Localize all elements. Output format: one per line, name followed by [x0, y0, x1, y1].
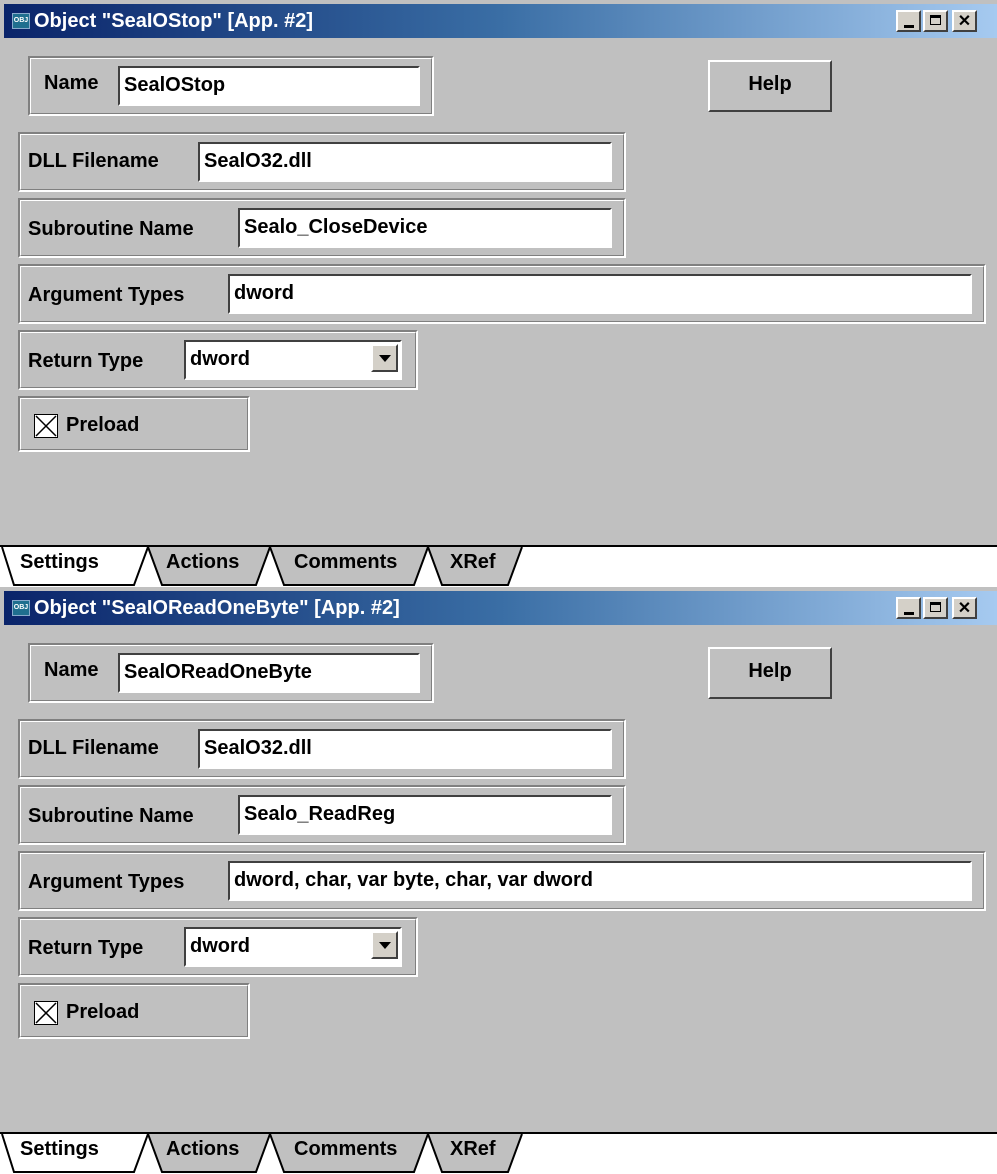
- maximize-button[interactable]: [923, 10, 948, 32]
- return-type-dropdown-button[interactable]: [371, 344, 398, 372]
- window-title: Object "SeaIOReadOneByte" [App. #2]: [34, 597, 400, 619]
- argument-types-label: Argument Types: [28, 284, 185, 306]
- dll-filename-label: DLL Filename: [28, 737, 159, 759]
- dll-group: DLL Filename SealO32.dll: [18, 132, 626, 192]
- return-type-value: dword: [190, 348, 250, 370]
- preload-group: Preload: [18, 983, 250, 1039]
- return-type-group: Return Type dword: [18, 917, 418, 977]
- checkbox-x-icon: [35, 1002, 57, 1024]
- preload-label: Preload: [66, 1001, 140, 1023]
- close-icon: ✕: [957, 600, 972, 617]
- settings-panel: Name SealOStop Help DLL Filename SealO32…: [4, 40, 997, 587]
- close-icon: ✕: [957, 13, 972, 30]
- return-type-group: Return Type dword: [18, 330, 418, 390]
- subroutine-name-input[interactable]: Sealo_ReadReg: [238, 795, 612, 835]
- close-button[interactable]: ✕: [952, 10, 977, 32]
- maximize-button[interactable]: [923, 597, 948, 619]
- return-type-value: dword: [190, 935, 250, 957]
- tab-xref[interactable]: XRef: [450, 551, 496, 574]
- subroutine-name-label: Subroutine Name: [28, 805, 194, 827]
- dll-filename-label: DLL Filename: [28, 150, 159, 172]
- dll-filename-input[interactable]: SealO32.dll: [198, 729, 612, 769]
- minimize-button[interactable]: [896, 597, 921, 619]
- return-type-select[interactable]: dword: [184, 927, 402, 967]
- dll-filename-input[interactable]: SealO32.dll: [198, 142, 612, 182]
- preload-checkbox[interactable]: [34, 1001, 58, 1025]
- tab-comments[interactable]: Comments: [294, 1138, 397, 1161]
- help-button[interactable]: Help: [708, 60, 832, 112]
- return-type-label: Return Type: [28, 937, 144, 959]
- minimize-icon: [904, 25, 914, 28]
- app-icon: OBJ: [12, 13, 30, 29]
- name-group: Name SealOStop: [28, 56, 434, 116]
- tab-settings[interactable]: Settings: [20, 551, 99, 574]
- object-window-sealoreadonebyte: OBJ Object "SeaIOReadOneByte" [App. #2] …: [0, 587, 997, 1174]
- name-label: Name: [44, 72, 99, 94]
- return-type-dropdown-button[interactable]: [371, 931, 398, 959]
- tab-comments[interactable]: Comments: [294, 551, 397, 574]
- chevron-down-icon: [379, 355, 391, 362]
- return-type-select[interactable]: dword: [184, 340, 402, 380]
- subroutine-group: Subroutine Name Sealo_ReadReg: [18, 785, 626, 845]
- checkbox-x-icon: [35, 415, 57, 437]
- maximize-icon: [930, 15, 941, 25]
- subroutine-name-input[interactable]: Sealo_CloseDevice: [238, 208, 612, 248]
- settings-panel: Name SealOReadOneByte Help DLL Filename …: [4, 627, 997, 1174]
- minimize-icon: [904, 612, 914, 615]
- preload-label: Preload: [66, 414, 140, 436]
- tab-actions[interactable]: Actions: [166, 551, 239, 574]
- maximize-icon: [930, 602, 941, 612]
- title-bar[interactable]: OBJ Object "SeaIOReadOneByte" [App. #2] …: [4, 591, 997, 625]
- chevron-down-icon: [379, 942, 391, 949]
- name-input[interactable]: SealOStop: [118, 66, 420, 106]
- name-group: Name SealOReadOneByte: [28, 643, 434, 703]
- dll-group: DLL Filename SealO32.dll: [18, 719, 626, 779]
- tab-strip: Settings Actions Comments XRef: [0, 545, 997, 587]
- subroutine-group: Subroutine Name Sealo_CloseDevice: [18, 198, 626, 258]
- return-type-label: Return Type: [28, 350, 144, 372]
- tab-xref[interactable]: XRef: [450, 1138, 496, 1161]
- tab-settings[interactable]: Settings: [20, 1138, 99, 1161]
- subroutine-name-label: Subroutine Name: [28, 218, 194, 240]
- help-button[interactable]: Help: [708, 647, 832, 699]
- preload-group: Preload: [18, 396, 250, 452]
- close-button[interactable]: ✕: [952, 597, 977, 619]
- argument-types-input[interactable]: dword, char, var byte, char, var dword: [228, 861, 972, 901]
- preload-checkbox[interactable]: [34, 414, 58, 438]
- window-title: Object "SeaIOStop" [App. #2]: [34, 10, 314, 32]
- name-label: Name: [44, 659, 99, 681]
- argument-types-group: Argument Types dword: [18, 264, 986, 324]
- argument-types-group: Argument Types dword, char, var byte, ch…: [18, 851, 986, 911]
- object-window-sealostop: OBJ Object "SeaIOStop" [App. #2] ✕ Name …: [0, 0, 997, 587]
- tab-strip: Settings Actions Comments XRef: [0, 1132, 997, 1174]
- tab-actions[interactable]: Actions: [166, 1138, 239, 1161]
- minimize-button[interactable]: [896, 10, 921, 32]
- argument-types-input[interactable]: dword: [228, 274, 972, 314]
- title-bar[interactable]: OBJ Object "SeaIOStop" [App. #2] ✕: [4, 4, 997, 38]
- argument-types-label: Argument Types: [28, 871, 185, 893]
- app-icon: OBJ: [12, 600, 30, 616]
- name-input[interactable]: SealOReadOneByte: [118, 653, 420, 693]
